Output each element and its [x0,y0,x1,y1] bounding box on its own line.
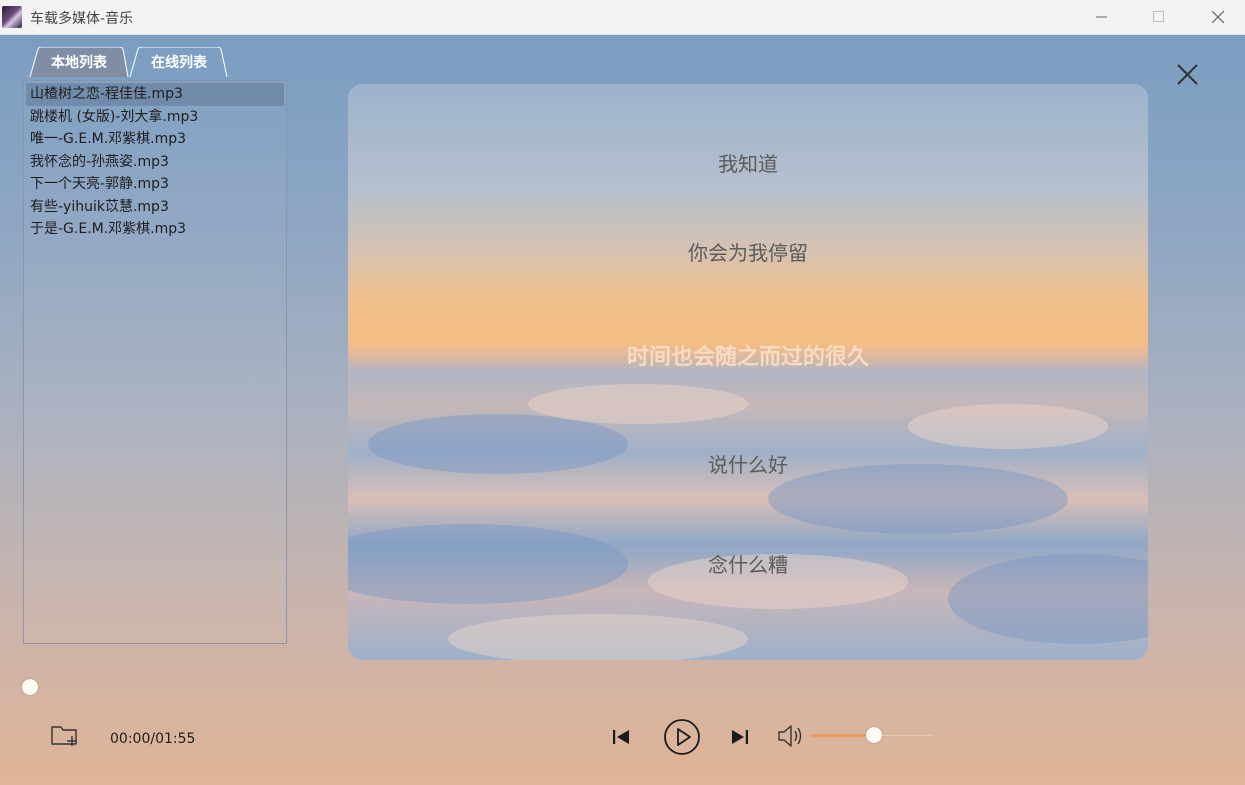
playlist-item[interactable]: 有些-yihuik苡慧.mp3 [24,196,286,219]
minimize-button[interactable] [1079,0,1125,34]
tab-local-list[interactable]: 本地列表 [29,47,129,77]
minimize-icon [1096,16,1107,18]
window-close-button[interactable] [1195,0,1241,34]
close-player-button[interactable] [1175,62,1201,88]
volume-slider-fill[interactable] [811,734,873,737]
playlist-item[interactable]: 我怀念的-孙燕姿.mp3 [24,151,286,174]
volume-button[interactable] [775,721,807,751]
next-icon [732,730,748,744]
close-icon [1212,11,1224,23]
previous-button[interactable] [608,724,634,750]
playlist[interactable]: 山楂树之恋-程佳佳.mp3 跳楼机 (女版)-刘大拿.mp3 唯一-G.E.M.… [23,80,287,644]
lyric-line: 我知道 [718,152,778,176]
playlist-item[interactable]: 山楂树之恋-程佳佳.mp3 [26,83,284,106]
progress-handle[interactable] [22,679,38,695]
time-display: 00:00/01:55 [110,731,196,747]
volume-handle[interactable] [866,727,882,743]
progress-slider[interactable] [30,687,1225,689]
tab-label: 本地列表 [51,55,107,71]
app-icon [2,6,22,28]
play-icon [664,719,700,755]
playlist-item[interactable]: 于是-G.E.M.邓紫棋.mp3 [24,218,286,241]
volume-slider-track[interactable] [873,735,933,736]
folder-add-icon [51,726,77,746]
playlist-item[interactable]: 唯一-G.E.M.邓紫棋.mp3 [24,128,286,151]
play-button[interactable] [662,717,702,757]
next-button[interactable] [727,724,753,750]
volume-icon [778,725,802,747]
tab-online-list[interactable]: 在线列表 [129,47,229,77]
lyric-line: 说什么好 [708,453,788,477]
tab-label: 在线列表 [151,55,207,71]
add-folder-button[interactable] [48,721,82,749]
lyric-line: 念什么糟 [708,553,788,577]
previous-icon [613,730,629,744]
close-icon [1177,64,1198,85]
playlist-item[interactable]: 下一个天亮-郭静.mp3 [24,173,286,196]
window-title: 车载多媒体-音乐 [30,11,134,27]
maximize-button[interactable] [1136,0,1182,34]
playlist-item[interactable]: 跳楼机 (女版)-刘大拿.mp3 [24,106,286,129]
music-player: 本地列表 在线列表 山楂树之恋-程佳佳.mp3 跳楼机 (女版)-刘大拿.mp3… [0,35,1245,785]
title-bar: 车载多媒体-音乐 [0,0,1245,35]
lyric-line: 你会为我停留 [688,241,808,265]
lyric-line-current: 时间也会随之而过的很久 [626,345,869,370]
lyrics-panel: 我知道 你会为我停留 时间也会随之而过的很久 说什么好 念什么糟 [348,84,1148,660]
maximize-icon [1153,11,1164,22]
